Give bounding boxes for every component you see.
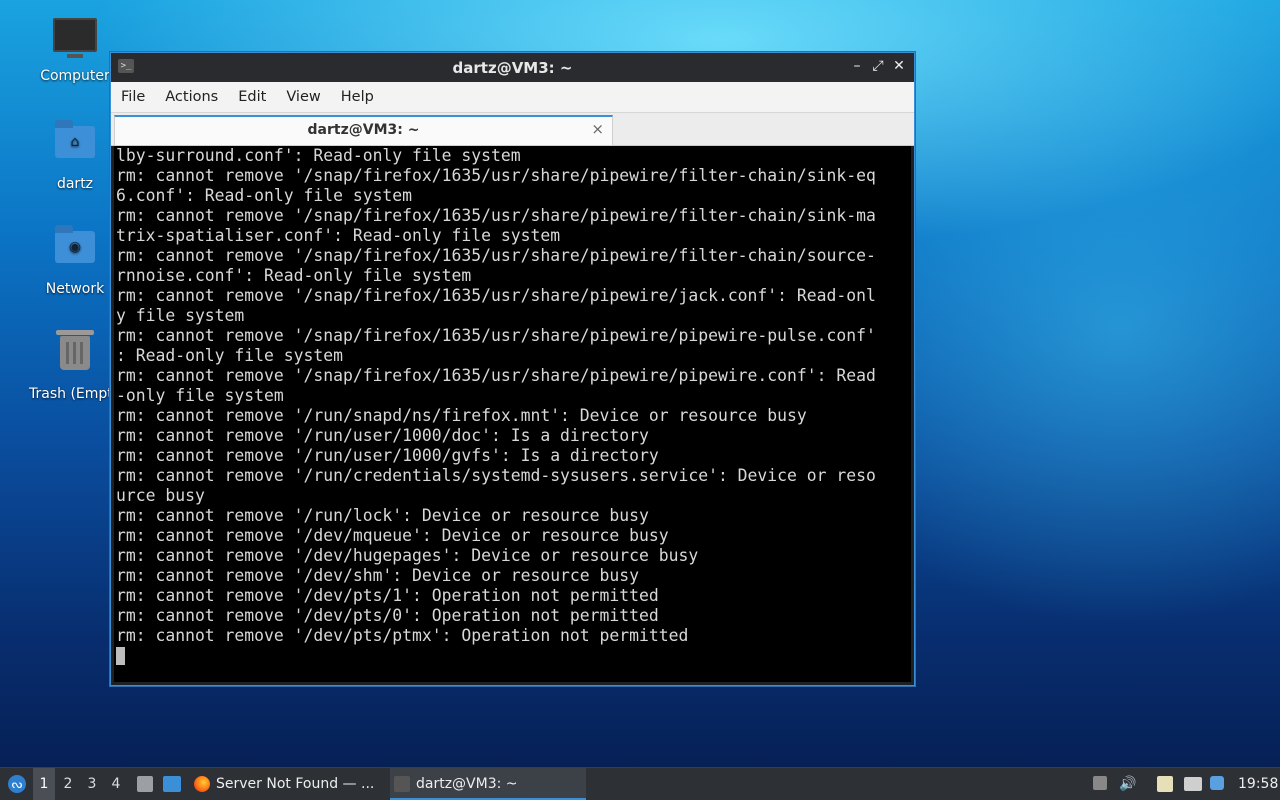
- tab-close-icon[interactable]: ×: [591, 120, 604, 138]
- desktop-icon-network[interactable]: ◉ Network: [27, 225, 123, 297]
- terminal-line: rm: cannot remove '/dev/pts/ptmx': Opera…: [116, 626, 689, 645]
- terminal-line: rm: cannot remove '/dev/shm': Device or …: [116, 566, 640, 585]
- workspace-4[interactable]: 4: [105, 768, 127, 800]
- desktop-icon-label: Computer: [40, 68, 110, 84]
- tab-terminal[interactable]: dartz@VM3: ~ ×: [114, 115, 613, 146]
- minimize-button[interactable]: –: [848, 58, 866, 74]
- terminal-line: -only file system: [116, 386, 284, 405]
- desktop-icon-label: Trash (Empt: [29, 386, 113, 402]
- menu-view[interactable]: View: [276, 82, 330, 112]
- terminal-line: rm: cannot remove '/dev/pts/1': Operatio…: [116, 586, 659, 605]
- clock[interactable]: 19:58: [1238, 768, 1278, 800]
- terminal-line: y file system: [116, 306, 245, 325]
- desktop-icon-label: dartz: [56, 176, 94, 192]
- terminal-line: rm: cannot remove '/run/lock': Device or…: [116, 506, 649, 525]
- terminal-line: rm: cannot remove '/snap/firefox/1635/us…: [116, 286, 876, 305]
- workspace-3[interactable]: 3: [81, 768, 103, 800]
- notification-icon[interactable]: [1208, 768, 1228, 800]
- volume-icon[interactable]: 🔊: [1118, 768, 1138, 800]
- start-menu-icon[interactable]: ᔓ: [4, 768, 30, 800]
- terminal-output[interactable]: lby-surround.conf': Read-only file syste…: [114, 146, 911, 682]
- window-titlebar[interactable]: >_ dartz@VM3: ~ – ⤢ ✕: [111, 53, 914, 82]
- terminal-line: rm: cannot remove '/run/user/1000/gvfs':…: [116, 446, 659, 465]
- terminal-line: urce busy: [116, 486, 205, 505]
- clipboard-icon[interactable]: [1155, 768, 1175, 800]
- terminal-line: rm: cannot remove '/snap/firefox/1635/us…: [116, 366, 876, 385]
- terminal-line: rm: cannot remove '/run/credentials/syst…: [116, 466, 876, 485]
- desktop-icon-label: Network: [45, 281, 105, 297]
- file-manager-launcher-icon[interactable]: [134, 768, 156, 800]
- terminal-line: 6.conf': Read-only file system: [116, 186, 413, 205]
- eject-icon[interactable]: [1090, 768, 1110, 800]
- maximize-button[interactable]: ⤢: [869, 58, 887, 74]
- close-button[interactable]: ✕: [890, 58, 908, 74]
- desktop-icon-home[interactable]: ⌂ dartz: [27, 120, 123, 192]
- terminal-line: rm: cannot remove '/snap/firefox/1635/us…: [116, 206, 876, 225]
- workspace-1[interactable]: 1: [33, 768, 55, 800]
- terminal-line: : Read-only file system: [116, 346, 343, 365]
- terminal-line: rm: cannot remove '/run/snapd/ns/firefox…: [116, 406, 807, 425]
- terminal-line: trix-spatialiser.conf': Read-only file s…: [116, 226, 561, 245]
- terminal-icon: [394, 776, 410, 792]
- trash-icon: [53, 330, 97, 380]
- terminal-line: rm: cannot remove '/dev/pts/0': Operatio…: [116, 606, 659, 625]
- desktop-launcher-icon[interactable]: [160, 768, 184, 800]
- terminal-line: lby-surround.conf': Read-only file syste…: [116, 146, 521, 165]
- computer-icon: [53, 18, 97, 62]
- terminal-line: rm: cannot remove '/run/user/1000/doc': …: [116, 426, 649, 445]
- task-firefox[interactable]: Server Not Found — ...: [190, 768, 406, 800]
- task-label: dartz@VM3: ~: [416, 776, 518, 792]
- firefox-icon: [194, 776, 210, 792]
- network-folder-icon: ◉: [53, 225, 97, 275]
- terminal-line: rnnoise.conf': Read-only file system: [116, 266, 472, 285]
- terminal-window[interactable]: >_ dartz@VM3: ~ – ⤢ ✕ File Actions Edit Vie…: [110, 52, 915, 686]
- terminal-line: rm: cannot remove '/snap/firefox/1635/us…: [116, 246, 876, 265]
- network-status-icon[interactable]: [1181, 768, 1203, 800]
- menu-help[interactable]: Help: [331, 82, 384, 112]
- desktop-icon-computer[interactable]: Computer: [27, 14, 123, 84]
- task-label: Server Not Found — ...: [216, 776, 375, 792]
- menubar: File Actions Edit View Help: [111, 82, 914, 113]
- terminal-line: rm: cannot remove '/snap/firefox/1635/us…: [116, 166, 876, 185]
- task-terminal[interactable]: dartz@VM3: ~: [390, 768, 586, 800]
- home-folder-icon: ⌂: [53, 120, 97, 170]
- menu-file[interactable]: File: [111, 82, 155, 112]
- terminal-line: rm: cannot remove '/dev/hugepages': Devi…: [116, 546, 699, 565]
- terminal-lines: lby-surround.conf': Read-only file syste…: [114, 146, 911, 666]
- terminal-line: rm: cannot remove '/snap/firefox/1635/us…: [116, 326, 876, 345]
- menu-actions[interactable]: Actions: [155, 82, 228, 112]
- terminal-line: rm: cannot remove '/dev/mqueue': Device …: [116, 526, 669, 545]
- workspace-2[interactable]: 2: [57, 768, 79, 800]
- tab-label: dartz@VM3: ~: [307, 122, 420, 138]
- terminal-cursor: [116, 646, 911, 666]
- window-title: dartz@VM3: ~: [452, 59, 573, 77]
- tab-bar: dartz@VM3: ~ ×: [111, 113, 914, 146]
- taskbar: ᔓ 1 2 3 4 Server Not Found — ... dartz@V…: [0, 767, 1280, 800]
- menu-edit[interactable]: Edit: [228, 82, 276, 112]
